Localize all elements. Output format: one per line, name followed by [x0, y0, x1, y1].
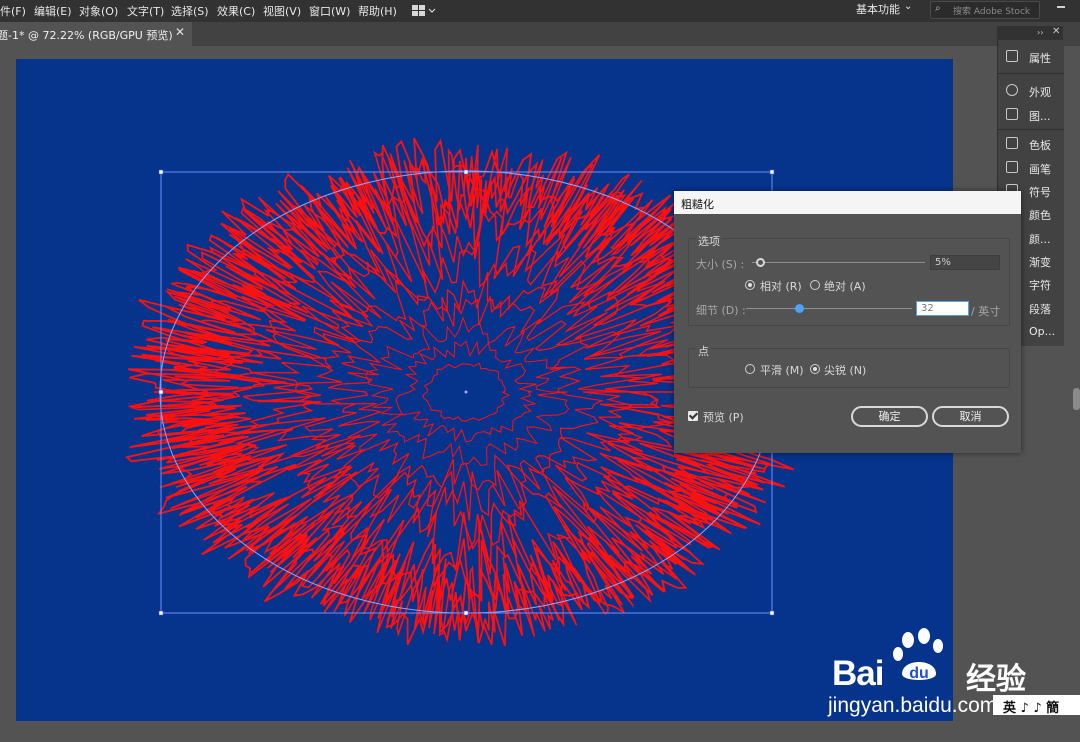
panel-label: 色板 [1029, 139, 1051, 152]
corner-radio[interactable] [810, 364, 820, 374]
panel-label: Op... [1029, 325, 1056, 338]
baidu-jingyan-url: jingyan.baidu.com [828, 694, 998, 717]
center-point [464, 390, 468, 394]
close-panels-icon[interactable]: ✕ [1052, 26, 1060, 37]
panel-brushes[interactable]: 画笔 [998, 157, 1064, 179]
panel-graphic-styles[interactable]: 图... [998, 104, 1064, 126]
ok-button[interactable]: 确定 [851, 406, 928, 427]
panel-label: 渐变 [1029, 256, 1051, 269]
dialog-title-bar[interactable]: 粗糙化 [674, 191, 1021, 214]
smooth-label[interactable]: 平滑 (M) [760, 362, 804, 378]
roughened-ring-4 [295, 271, 642, 521]
preview-checkbox[interactable] [688, 411, 698, 421]
detail-slider-track[interactable] [746, 308, 912, 309]
panel-label: 属性 [1029, 52, 1051, 65]
scrollbar-thumb[interactable] [1073, 388, 1080, 410]
dock-separator [998, 129, 1064, 130]
panel-label: 字符 [1029, 279, 1051, 292]
options-group-label: 选项 [696, 233, 722, 249]
panel-label: 图... [1029, 110, 1051, 123]
detail-label: 细节 (D) : [696, 304, 746, 317]
smooth-radio[interactable] [745, 364, 755, 374]
absolute-label[interactable]: 绝对 (A) [824, 278, 866, 294]
panel-properties[interactable]: 属性 [998, 46, 1064, 68]
absolute-radio[interactable] [810, 280, 820, 290]
preview-label[interactable]: 预览 (P) [703, 409, 744, 425]
detail-unit: / 英寸 [971, 305, 1001, 318]
size-value-field[interactable]: 5% [930, 255, 1000, 270]
dock-separator [998, 73, 1064, 74]
panel-label: 画笔 [1029, 163, 1051, 176]
panel-label: 符号 [1029, 186, 1051, 199]
size-slider-track[interactable] [752, 262, 925, 263]
panel-label: 段落 [1029, 303, 1051, 316]
panel-appearance[interactable]: 外观 [998, 80, 1064, 102]
brushes-icon [1006, 161, 1018, 173]
corner-label[interactable]: 尖锐 (N) [824, 362, 866, 378]
baidu-paw-logo: du [893, 628, 943, 682]
panel-label: 颜... [1029, 233, 1051, 246]
panel-label: 颜色 [1029, 209, 1051, 222]
baidu-wordmark-du-glyph: du [909, 665, 929, 682]
detail-slider-thumb[interactable] [794, 304, 804, 313]
size-label: 大小 (S) : [696, 258, 745, 271]
swatches-icon [1006, 137, 1018, 149]
ime-toolbar-text[interactable]: 英 ♪ ♪ 簡 [1003, 697, 1059, 716]
baidu-jingyan-label: 经验 [966, 662, 1026, 697]
graphic-styles-icon [1006, 108, 1018, 120]
panel-swatches[interactable]: 色板 [998, 133, 1064, 155]
relative-label[interactable]: 相对 (R) [760, 278, 802, 294]
properties-icon [1006, 50, 1018, 62]
cancel-button[interactable]: 取消 [932, 406, 1009, 427]
panel-label: 外观 [1029, 86, 1051, 99]
points-group-label: 点 [696, 343, 711, 359]
relative-radio[interactable] [745, 280, 755, 290]
baidu-wordmark-bai: Bai [832, 654, 884, 693]
collapse-panels-icon[interactable]: ›› [1037, 28, 1043, 37]
appearance-icon [1006, 84, 1018, 96]
detail-value-field[interactable]: 32 [916, 301, 969, 316]
dialog-title: 粗糙化 [681, 198, 714, 211]
roughen-dialog: 粗糙化 选项 大小 (S) : 5% 相对 (R) 绝对 (A) 细节 (D) … [674, 191, 1021, 453]
